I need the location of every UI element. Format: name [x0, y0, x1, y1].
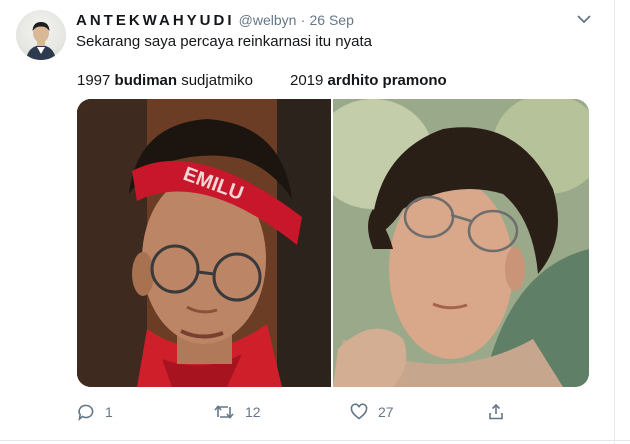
- caption-right-year: 2019: [290, 72, 324, 89]
- card-border: [614, 0, 615, 444]
- photo-right[interactable]: [313, 99, 589, 387]
- like-button[interactable]: 27: [350, 403, 394, 421]
- retweet-button[interactable]: 12: [213, 403, 261, 421]
- caption-left: 1997 budiman sudjatmiko: [77, 72, 253, 89]
- card-divider: [0, 440, 630, 441]
- like-icon: [350, 403, 368, 421]
- media-grid: EMILU: [77, 99, 589, 387]
- share-icon: [487, 403, 505, 421]
- caption-left-surname: sudjatmiko: [181, 72, 253, 89]
- like-count: 27: [378, 404, 394, 420]
- retweet-count: 12: [245, 404, 261, 420]
- avatar[interactable]: [16, 10, 66, 60]
- caption-left-year: 1997: [77, 72, 111, 89]
- caption-right-name: ardhito pramono: [327, 72, 447, 89]
- share-button[interactable]: [487, 403, 505, 421]
- separator-dot: ·: [300, 12, 306, 28]
- photo-left[interactable]: EMILU: [77, 99, 331, 387]
- user-handle[interactable]: @welbyn: [239, 12, 297, 28]
- caret-down-icon[interactable]: [574, 12, 594, 28]
- reply-icon: [77, 403, 95, 421]
- tweet-header: ANTEKWAHYUDI @welbyn · 26 Sep: [76, 12, 354, 29]
- reply-count: 1: [105, 404, 113, 420]
- tweet-text: Sekarang saya percaya reinkarnasi itu ny…: [76, 33, 373, 50]
- tweet-date[interactable]: 26 Sep: [309, 12, 353, 28]
- tweet-card: ANTEKWAHYUDI @welbyn · 26 Sep Sekarang s…: [0, 0, 630, 444]
- display-name[interactable]: ANTEKWAHYUDI: [76, 12, 235, 29]
- retweet-icon: [213, 403, 235, 421]
- caption-left-name: budiman: [114, 72, 178, 89]
- caption-right: 2019 ardhito pramono: [290, 72, 447, 89]
- reply-button[interactable]: 1: [77, 403, 113, 421]
